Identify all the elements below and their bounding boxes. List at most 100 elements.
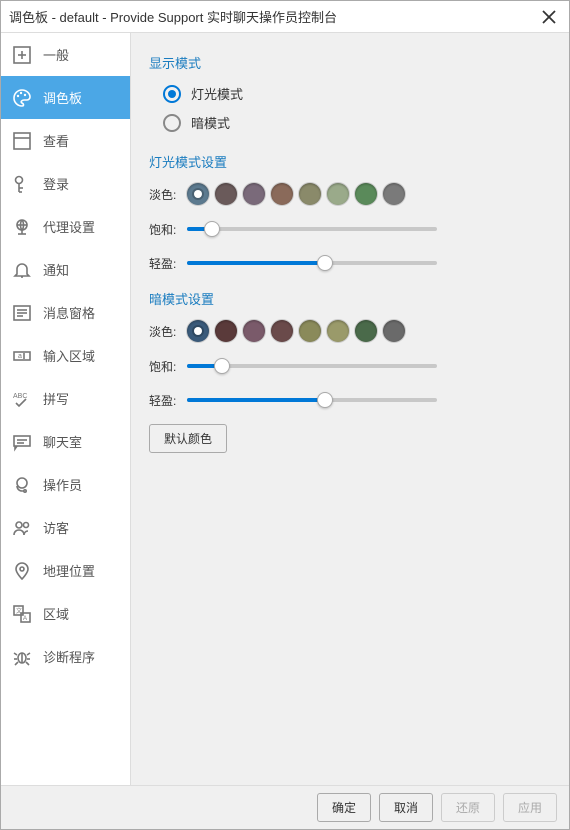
close-button[interactable] (537, 5, 561, 29)
sidebar-item-label: 代理设置 (43, 217, 95, 236)
sidebar-item-proxy[interactable]: 代理设置 (1, 205, 130, 248)
tint-label: 淡色: (149, 323, 187, 340)
sidebar-item-general[interactable]: 一般 (1, 33, 130, 76)
color-swatch[interactable] (271, 320, 293, 342)
sidebar-item-login[interactable]: 登录 (1, 162, 130, 205)
color-swatch[interactable] (299, 183, 321, 205)
brightness-label: 轻盈: (149, 255, 187, 272)
layout-icon (11, 130, 33, 152)
color-swatch[interactable] (383, 183, 405, 205)
sidebar-item-message-pane[interactable]: 消息窗格 (1, 291, 130, 334)
dark-brightness-row: 轻盈: (149, 390, 551, 410)
sidebar-item-label: 访客 (43, 518, 69, 537)
light-swatches (187, 183, 405, 205)
sidebar-item-label: 地理位置 (43, 561, 95, 580)
color-swatch[interactable] (327, 320, 349, 342)
plus-square-icon (11, 44, 33, 66)
svg-text:A: A (23, 616, 27, 622)
radio-label: 灯光模式 (191, 84, 243, 103)
color-swatch[interactable] (243, 320, 265, 342)
footer: 确定 取消 还原 应用 (1, 785, 569, 829)
dark-swatches (187, 320, 405, 342)
sidebar-item-label: 消息窗格 (43, 303, 95, 322)
light-brightness-row: 轻盈: (149, 253, 551, 273)
dark-saturation-slider[interactable] (187, 356, 437, 376)
map-pin-icon (11, 560, 33, 582)
display-mode-title: 显示模式 (149, 53, 551, 72)
restore-button[interactable]: 还原 (441, 793, 495, 822)
bell-icon (11, 259, 33, 281)
sidebar-item-label: 拼写 (43, 389, 69, 408)
body: 一般 调色板 查看 登录 代理设置 通知 (1, 33, 569, 785)
color-swatch[interactable] (187, 183, 209, 205)
sidebar-item-palette[interactable]: 调色板 (1, 76, 130, 119)
cancel-button[interactable]: 取消 (379, 793, 433, 822)
apply-button[interactable]: 应用 (503, 793, 557, 822)
sidebar-item-label: 一般 (43, 45, 69, 64)
tint-label: 淡色: (149, 186, 187, 203)
radio-icon (163, 114, 181, 132)
sidebar-item-label: 查看 (43, 131, 69, 150)
users-icon (11, 517, 33, 539)
sidebar-item-chatroom[interactable]: 聊天室 (1, 420, 130, 463)
sidebar-item-label: 通知 (43, 260, 69, 279)
sidebar: 一般 调色板 查看 登录 代理设置 通知 (1, 33, 131, 785)
dark-saturation-row: 饱和: (149, 356, 551, 376)
sidebar-item-geolocation[interactable]: 地理位置 (1, 549, 130, 592)
radio-dark-mode[interactable]: 暗模式 (163, 113, 551, 132)
dark-tint-row: 淡色: (149, 320, 551, 342)
radio-label: 暗模式 (191, 113, 230, 132)
sidebar-item-operators[interactable]: 操作员 (1, 463, 130, 506)
settings-window: 调色板 - default - Provide Support 实时聊天操作员控… (0, 0, 570, 830)
color-swatch[interactable] (355, 183, 377, 205)
close-icon (542, 10, 556, 24)
sidebar-item-label: 区域 (43, 604, 69, 623)
sidebar-item-view[interactable]: 查看 (1, 119, 130, 162)
light-saturation-slider[interactable] (187, 219, 437, 239)
sidebar-item-label: 调色板 (43, 88, 82, 107)
radio-icon (163, 85, 181, 103)
brightness-label: 轻盈: (149, 392, 187, 409)
sidebar-item-label: 聊天室 (43, 432, 82, 451)
color-swatch[interactable] (215, 320, 237, 342)
default-colors-button[interactable]: 默认颜色 (149, 424, 227, 453)
window-title: 调色板 - default - Provide Support 实时聊天操作员控… (9, 7, 537, 26)
saturation-label: 饱和: (149, 358, 187, 375)
translate-icon: 文A (11, 603, 33, 625)
svg-text:文: 文 (16, 607, 22, 615)
ok-button[interactable]: 确定 (317, 793, 371, 822)
palette-icon (11, 87, 33, 109)
radio-light-mode[interactable]: 灯光模式 (163, 84, 551, 103)
light-tint-row: 淡色: (149, 183, 551, 205)
sidebar-item-spelling[interactable]: ABC 拼写 (1, 377, 130, 420)
spellcheck-icon: ABC (11, 388, 33, 410)
titlebar: 调色板 - default - Provide Support 实时聊天操作员控… (1, 1, 569, 33)
color-swatch[interactable] (327, 183, 349, 205)
color-swatch[interactable] (215, 183, 237, 205)
color-swatch[interactable] (243, 183, 265, 205)
color-swatch[interactable] (187, 320, 209, 342)
light-brightness-slider[interactable] (187, 253, 437, 273)
color-swatch[interactable] (271, 183, 293, 205)
bug-icon (11, 646, 33, 668)
sidebar-item-input-area[interactable]: a 输入区域 (1, 334, 130, 377)
sidebar-item-diagnostics[interactable]: 诊断程序 (1, 635, 130, 678)
main-panel: 显示模式 灯光模式 暗模式 灯光模式设置 淡色: 饱和: (131, 33, 569, 785)
dark-brightness-slider[interactable] (187, 390, 437, 410)
key-icon (11, 173, 33, 195)
svg-text:a: a (18, 353, 22, 360)
text-input-icon: a (11, 345, 33, 367)
sidebar-item-visitors[interactable]: 访客 (1, 506, 130, 549)
sidebar-item-label: 输入区域 (43, 346, 95, 365)
headset-icon (11, 474, 33, 496)
light-saturation-row: 饱和: (149, 219, 551, 239)
sidebar-item-locale[interactable]: 文A 区域 (1, 592, 130, 635)
color-swatch[interactable] (355, 320, 377, 342)
chat-icon (11, 431, 33, 453)
saturation-label: 饱和: (149, 221, 187, 238)
sidebar-item-notifications[interactable]: 通知 (1, 248, 130, 291)
sidebar-item-label: 操作员 (43, 475, 82, 494)
color-swatch[interactable] (383, 320, 405, 342)
color-swatch[interactable] (299, 320, 321, 342)
sidebar-item-label: 诊断程序 (43, 647, 95, 666)
